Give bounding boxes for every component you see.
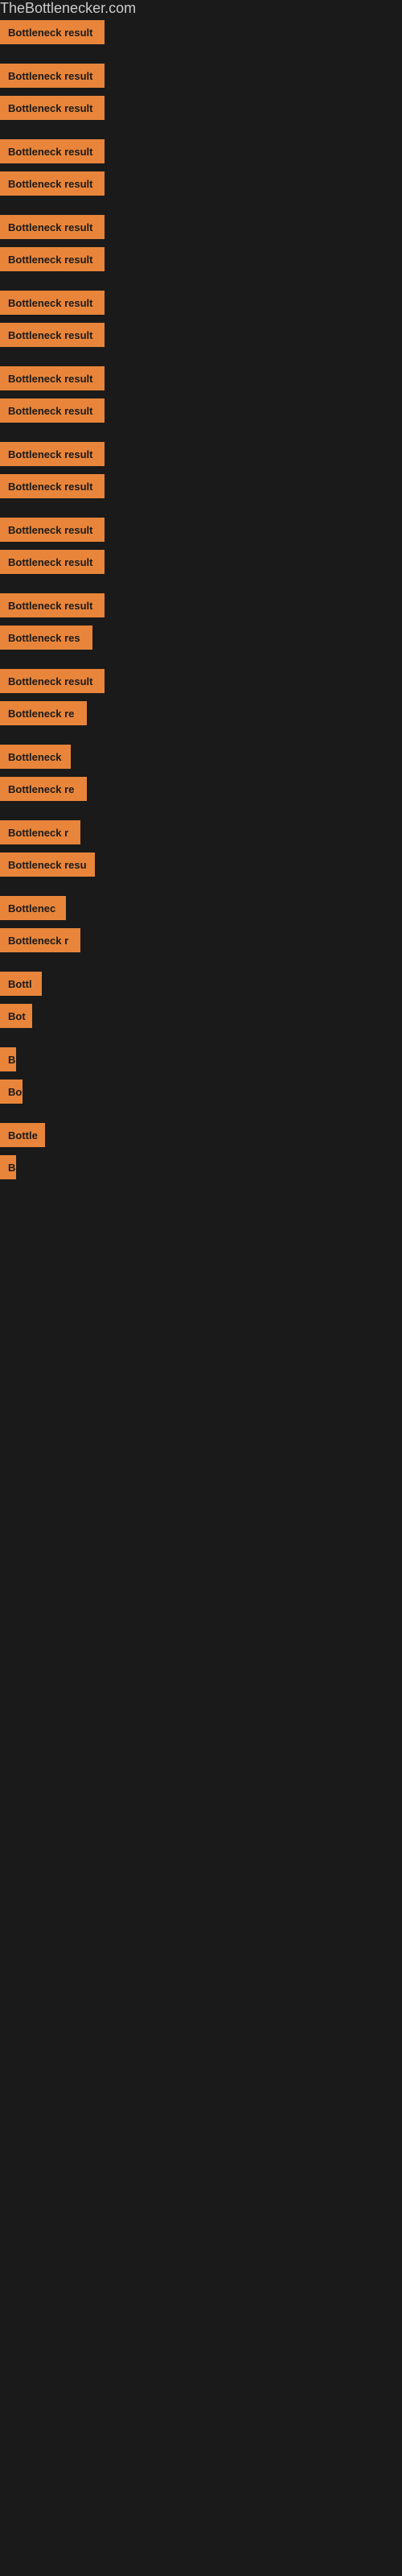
section-gap-6 [0,276,402,287]
bottleneck-label-17: Bottleneck result [0,669,105,693]
bottleneck-label-2: Bottleneck result [0,96,105,120]
bar-row-9: Bottleneck result [0,363,402,394]
bar-row-0: Bottleneck result [0,17,402,60]
bottleneck-label-20: Bottleneck re [0,777,87,801]
bar-row-27: B [0,1044,402,1075]
section-gap-4 [0,200,402,212]
bar-row-15: Bottleneck result [0,590,402,621]
bar-row-12: Bottleneck result [0,471,402,514]
section-gap-10 [0,427,402,439]
section-gap-14 [0,579,402,590]
bar-row-3: Bottleneck result [0,136,402,167]
bottleneck-label-24: Bottleneck r [0,928,80,952]
bottleneck-label-18: Bottleneck re [0,701,87,725]
bottleneck-label-7: Bottleneck result [0,291,105,315]
section-gap-30 [0,1184,402,1195]
section-gap-24 [0,957,402,968]
bottleneck-label-19: Bottleneck [0,745,71,769]
bottleneck-label-1: Bottleneck result [0,64,105,88]
bar-row-8: Bottleneck result [0,320,402,363]
bar-row-26: Bot [0,1001,402,1044]
bottleneck-label-29: Bottle [0,1123,45,1147]
bar-row-19: Bottleneck [0,741,402,772]
bar-row-4: Bottleneck result [0,168,402,212]
bottleneck-label-16: Bottleneck res [0,625,92,650]
bar-row-30: B [0,1152,402,1195]
bottleneck-label-0: Bottleneck result [0,20,105,44]
section-gap-22 [0,881,402,893]
section-gap-20 [0,806,402,817]
bar-row-21: Bottleneck r [0,817,402,848]
bottleneck-label-3: Bottleneck result [0,139,105,163]
bar-row-18: Bottleneck re [0,698,402,741]
bottleneck-label-4: Bottleneck result [0,171,105,196]
section-gap-16 [0,654,402,666]
bottleneck-label-8: Bottleneck result [0,323,105,347]
section-gap-12 [0,503,402,514]
bar-row-20: Bottleneck re [0,774,402,817]
bottleneck-label-10: Bottleneck result [0,398,105,423]
bar-row-28: Bo [0,1076,402,1120]
bottleneck-label-12: Bottleneck result [0,474,105,498]
bar-row-7: Bottleneck result [0,287,402,318]
bottleneck-label-15: Bottleneck result [0,593,105,617]
bottleneck-label-25: Bottl [0,972,42,996]
bar-row-25: Bottl [0,968,402,999]
bottleneck-label-22: Bottleneck resu [0,852,95,877]
bar-row-10: Bottleneck result [0,395,402,439]
bar-row-14: Bottleneck result [0,547,402,590]
bar-row-13: Bottleneck result [0,514,402,545]
bottleneck-label-26: Bot [0,1004,32,1028]
bar-row-5: Bottleneck result [0,212,402,242]
bottleneck-label-11: Bottleneck result [0,442,105,466]
section-gap-28 [0,1108,402,1120]
bar-row-22: Bottleneck resu [0,849,402,893]
bottleneck-label-9: Bottleneck result [0,366,105,390]
bar-row-17: Bottleneck result [0,666,402,696]
section-gap-8 [0,352,402,363]
bottleneck-label-6: Bottleneck result [0,247,105,271]
bottleneck-label-21: Bottleneck r [0,820,80,844]
bar-row-24: Bottleneck r [0,925,402,968]
bars-container: Bottleneck result Bottleneck result Bottle… [0,17,402,1195]
bar-row-16: Bottleneck res [0,622,402,666]
section-gap-2 [0,125,402,136]
bar-row-29: Bottle [0,1120,402,1150]
bottleneck-label-27: B [0,1047,16,1071]
bar-row-6: Bottleneck result [0,244,402,287]
bottleneck-label-13: Bottleneck result [0,518,105,542]
section-gap-18 [0,730,402,741]
bottleneck-label-23: Bottlenec [0,896,66,920]
bar-row-2: Bottleneck result [0,93,402,136]
bar-row-11: Bottleneck result [0,439,402,469]
bottleneck-label-28: Bo [0,1080,23,1104]
bottleneck-label-14: Bottleneck result [0,550,105,574]
bottleneck-label-5: Bottleneck result [0,215,105,239]
bar-row-1: Bottleneck result [0,60,402,91]
bottleneck-label-30: B [0,1155,16,1179]
bar-row-23: Bottlenec [0,893,402,923]
site-title: TheBottlenecker.com [0,0,402,17]
section-gap-0 [0,49,402,60]
section-gap-26 [0,1033,402,1044]
